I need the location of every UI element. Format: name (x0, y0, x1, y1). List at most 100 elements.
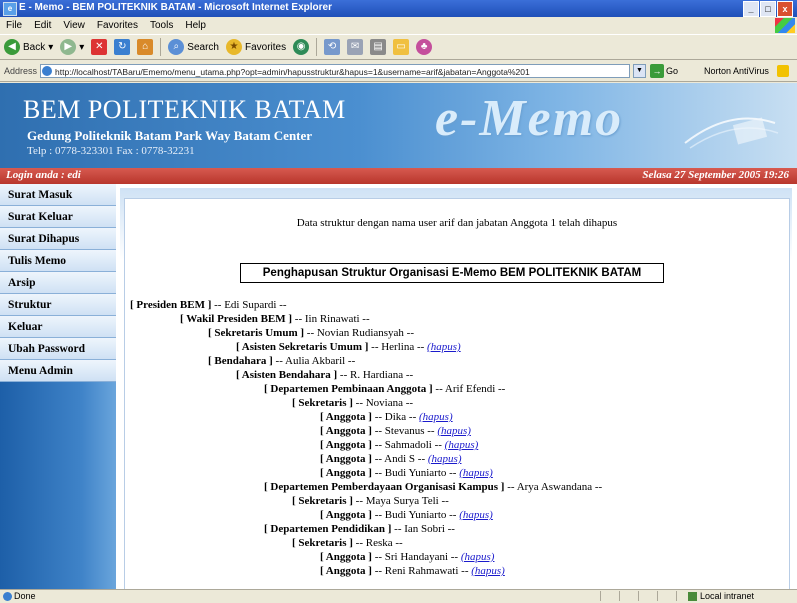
menu-view[interactable]: View (63, 18, 85, 33)
tree-name: -- Budi Yuniarto -- (374, 509, 457, 521)
tree-role: [ Anggota ] (320, 467, 372, 479)
tree-role: [ Presiden BEM ] (130, 299, 212, 311)
intranet-icon (688, 592, 697, 601)
toolbar-separator (160, 38, 162, 56)
ie-icon: e (3, 2, 17, 16)
norton-antivirus-button[interactable]: Norton AntiVirus (704, 66, 769, 76)
address-bar: Address http://localhost/TABaru/Ememo/me… (0, 62, 797, 82)
tree-name: -- Sri Handayani -- (374, 551, 459, 563)
address-label: Address (4, 66, 38, 76)
messenger-icon[interactable]: ♣ (416, 39, 433, 55)
tree-role: [ Anggota ] (320, 551, 372, 563)
nav-surat-masuk[interactable]: Surat Masuk (0, 184, 116, 206)
tree-role: [ Departemen Pendidikan ] (264, 523, 392, 535)
tree-role: [ Bendahara ] (208, 355, 273, 367)
hapus-link[interactable]: (hapus) (428, 453, 462, 465)
norton-icon[interactable] (777, 65, 789, 77)
header-decoration-icon (684, 117, 779, 149)
ememo-logo: e-Memo (435, 90, 624, 147)
nav-surat-dihapus[interactable]: Surat Dihapus (0, 228, 116, 250)
tree-role: [ Asisten Sekretaris Umum ] (236, 341, 369, 353)
nav-surat-keluar[interactable]: Surat Keluar (0, 206, 116, 228)
folder-icon[interactable]: ▭ (393, 39, 410, 55)
site-phone: Telp : 0778-323301 Fax : 0778-32231 (27, 145, 195, 157)
stop-icon[interactable]: ✕ (91, 39, 108, 55)
menu-tools[interactable]: Tools (150, 18, 173, 33)
tree-role: [ Anggota ] (320, 453, 372, 465)
tree-role: [ Anggota ] (320, 425, 372, 437)
status-cell (600, 591, 617, 601)
tree-row: [ Departemen Pembinaan Anggota ] -- Arif… (264, 382, 505, 396)
window-controls: _ □ x (743, 1, 793, 17)
tree-row: [ Anggota ] -- Stevanus -- (hapus) (320, 424, 471, 438)
status-cell (619, 591, 636, 601)
hapus-link[interactable]: (hapus) (445, 439, 479, 451)
tree-row: [ Anggota ] -- Sahmadoli -- (hapus) (320, 438, 478, 452)
nav-tulis-memo[interactable]: Tulis Memo (0, 250, 116, 272)
tree-row: [ Anggota ] -- Sri Handayani -- (hapus) (320, 550, 494, 564)
tree-row: [ Anggota ] -- Budi Yuniarto -- (hapus) (320, 466, 493, 480)
mail-icon[interactable]: ✉ (347, 39, 364, 55)
address-dropdown-icon[interactable]: ▼ (633, 64, 646, 78)
forward-button[interactable]: ▶ ▾ (60, 39, 84, 55)
tree-row: [ Sekretaris ] -- Reska -- (292, 536, 403, 550)
tree-name: -- Reska -- (355, 537, 403, 549)
nav-keluar[interactable]: Keluar (0, 316, 116, 338)
windows-logo-icon (775, 18, 795, 33)
tree-row: [ Asisten Sekretaris Umum ] -- Herlina -… (236, 340, 461, 354)
menu-edit[interactable]: Edit (34, 18, 51, 33)
hapus-link[interactable]: (hapus) (461, 551, 495, 563)
search-button[interactable]: ⌕ Search (168, 39, 219, 55)
address-input[interactable]: http://localhost/TABaru/Ememo/menu_utama… (40, 64, 630, 78)
date-time: Selasa 27 September 2005 19:26 (642, 169, 789, 181)
nav-struktur[interactable]: Struktur (0, 294, 116, 316)
tree-role: [ Anggota ] (320, 509, 372, 521)
print-icon[interactable]: ▤ (370, 39, 387, 55)
tree-name: -- Maya Surya Teli -- (355, 495, 449, 507)
close-button[interactable]: x (777, 1, 793, 17)
menu-file[interactable]: File (6, 18, 22, 33)
tree-row: [ Sekretaris ] -- Noviana -- (292, 396, 413, 410)
back-button[interactable]: ◀ Back ▾ (4, 39, 53, 55)
favorites-star-icon: ★ (225, 39, 242, 55)
tree-row: [ Departemen Pemberdayaan Organisasi Kam… (264, 480, 602, 494)
go-arrow-icon: → (650, 64, 664, 78)
tree-role: [ Departemen Pembinaan Anggota ] (264, 383, 433, 395)
title-bar: e E - Memo - BEM POLITEKNIK BATAM - Micr… (0, 0, 797, 17)
home-icon[interactable]: ⌂ (137, 39, 154, 55)
hapus-link[interactable]: (hapus) (459, 509, 493, 521)
tree-role: [ Sekretaris ] (292, 537, 353, 549)
hapus-link[interactable]: (hapus) (419, 411, 453, 423)
menu-help[interactable]: Help (185, 18, 206, 33)
hapus-link[interactable]: (hapus) (459, 467, 493, 479)
section-title: Penghapusan Struktur Organisasi E-Memo B… (240, 263, 664, 283)
page-viewport: BEM POLITEKNIK BATAM Gedung Politeknik B… (0, 83, 797, 589)
site-subtitle: Gedung Politeknik Batam Park Way Batam C… (27, 128, 313, 143)
menu-favorites[interactable]: Favorites (97, 18, 138, 33)
tree-row: [ Anggota ] -- Andi S -- (hapus) (320, 452, 461, 466)
nav-ubah-password[interactable]: Ubah Password (0, 338, 116, 360)
history-icon[interactable]: ⟲ (324, 39, 341, 55)
page-icon (42, 66, 52, 76)
status-text: Done (14, 591, 36, 601)
go-button[interactable]: → Go (650, 64, 678, 78)
hapus-link[interactable]: (hapus) (427, 341, 461, 353)
media-icon[interactable]: ◉ (293, 39, 310, 55)
maximize-button[interactable]: □ (760, 1, 776, 17)
login-strip: Login anda : edi Selasa 27 September 200… (0, 168, 797, 184)
tree-role: [ Anggota ] (320, 565, 372, 577)
toolbar: ◀ Back ▾ ▶ ▾ ✕ ↻ ⌂ ⌕ Search ★ Favorites … (0, 34, 797, 60)
hapus-link[interactable]: (hapus) (437, 425, 471, 437)
minimize-button[interactable]: _ (743, 1, 759, 17)
nav-menu-admin[interactable]: Menu Admin (0, 360, 116, 382)
tree-role: [ Sekretaris Umum ] (208, 327, 305, 339)
hapus-link[interactable]: (hapus) (471, 565, 505, 577)
nav-arsip[interactable]: Arsip (0, 272, 116, 294)
sidebar-nav: Surat Masuk Surat Keluar Surat Dihapus T… (0, 184, 116, 589)
favorites-button[interactable]: ★ Favorites (225, 39, 286, 55)
tree-row: [ Wakil Presiden BEM ] -- Iin Rinawati -… (180, 312, 370, 326)
tree-name: -- Reni Rahmawati -- (374, 565, 469, 577)
refresh-icon[interactable]: ↻ (114, 39, 131, 55)
tree-role: [ Sekretaris ] (292, 495, 353, 507)
tree-row: [ Anggota ] -- Dika -- (hapus) (320, 410, 453, 424)
